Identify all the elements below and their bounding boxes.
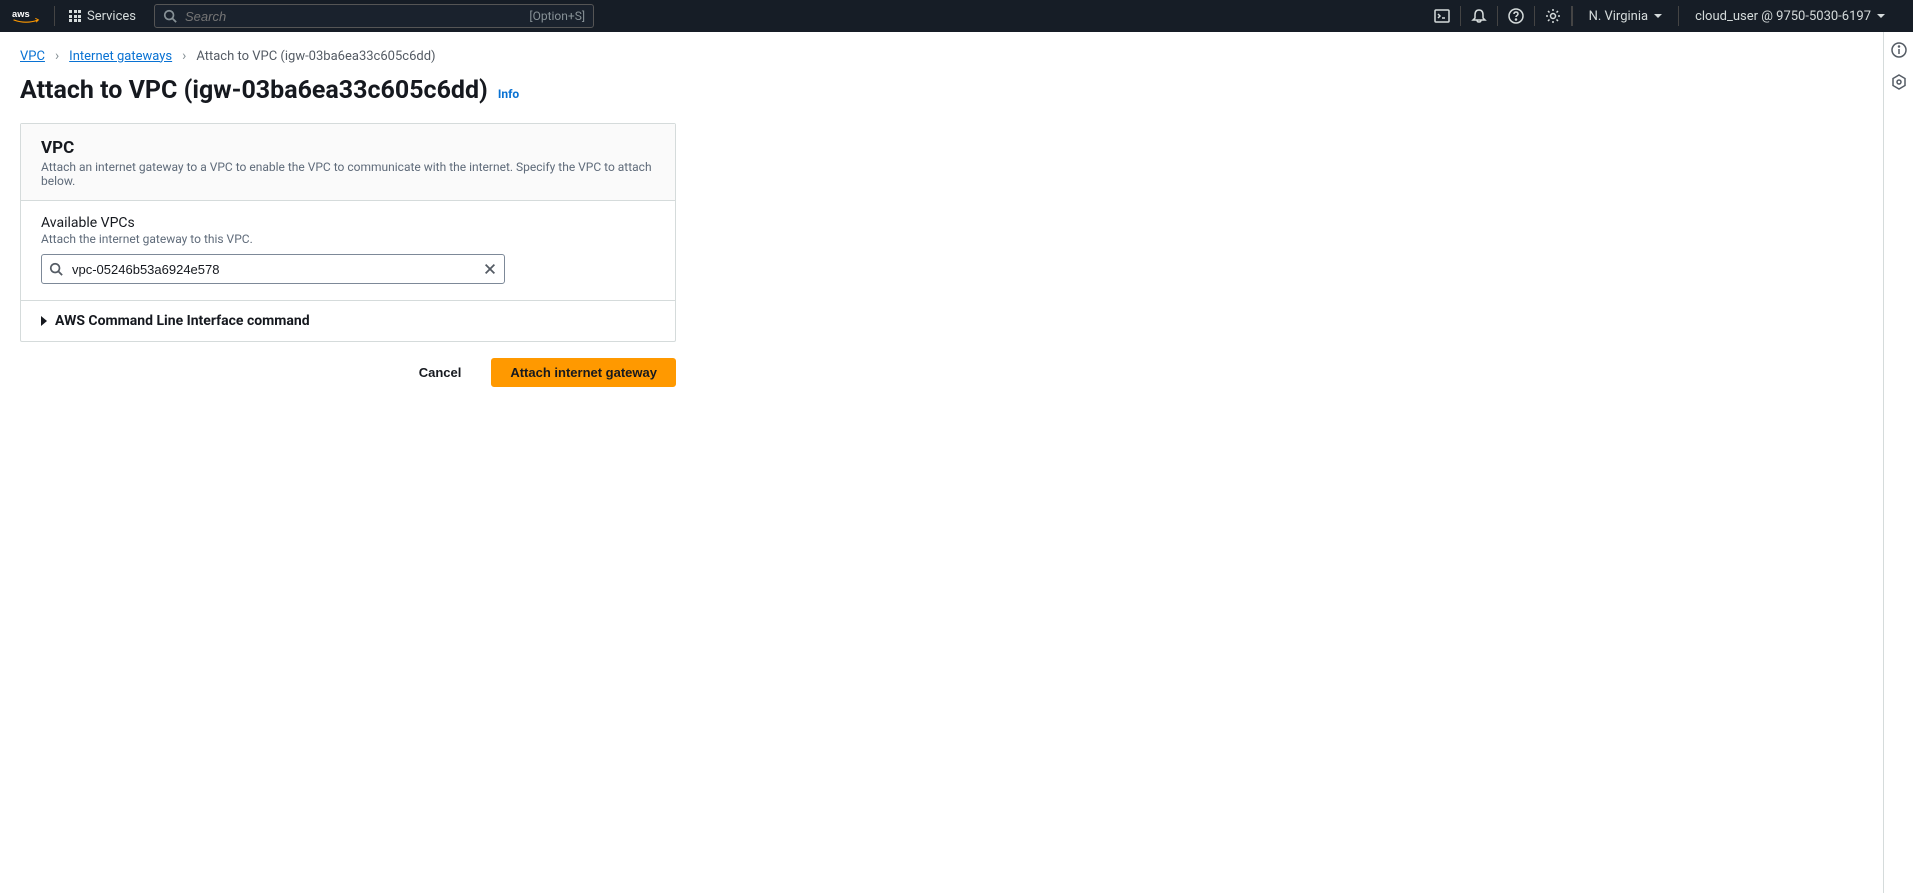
grid-icon bbox=[69, 10, 81, 22]
top-header: aws Services [Option+S] bbox=[0, 0, 1913, 32]
region-selector[interactable]: N. Virginia bbox=[1572, 6, 1680, 26]
panel-header: VPC Attach an internet gateway to a VPC … bbox=[21, 124, 675, 201]
preferences-panel-button[interactable] bbox=[1891, 74, 1907, 90]
gear-icon bbox=[1545, 8, 1561, 24]
panel-description: Attach an internet gateway to a VPC to e… bbox=[41, 160, 655, 188]
info-panel-button[interactable] bbox=[1891, 42, 1907, 58]
panel-body: Available VPCs Attach the internet gatew… bbox=[21, 201, 675, 301]
user-label: cloud_user @ 9750-5030-6197 bbox=[1695, 9, 1871, 24]
page-title: Attach to VPC (igw-03ba6ea33c605c6dd) bbox=[20, 76, 488, 105]
services-label: Services bbox=[87, 9, 136, 24]
bell-icon bbox=[1471, 8, 1487, 24]
chevron-right-icon: › bbox=[182, 48, 186, 64]
header-right: N. Virginia cloud_user @ 9750-5030-6197 bbox=[1424, 0, 1901, 32]
svg-text:aws: aws bbox=[12, 9, 30, 19]
cloudshell-button[interactable] bbox=[1424, 6, 1461, 26]
user-menu[interactable]: cloud_user @ 9750-5030-6197 bbox=[1679, 9, 1901, 24]
clear-input-button[interactable] bbox=[483, 262, 497, 276]
services-button[interactable]: Services bbox=[55, 0, 150, 32]
field-label: Available VPCs bbox=[41, 215, 655, 231]
main-content: VPC › Internet gateways › Attach to VPC … bbox=[0, 32, 1883, 403]
caret-down-icon bbox=[1877, 14, 1885, 18]
breadcrumb-current: Attach to VPC (igw-03ba6ea33c605c6dd) bbox=[196, 49, 435, 64]
help-icon bbox=[1508, 8, 1524, 24]
cancel-button[interactable]: Cancel bbox=[401, 358, 480, 387]
action-row: Cancel Attach internet gateway bbox=[20, 358, 676, 387]
panel-title: VPC bbox=[41, 138, 655, 158]
attach-gateway-button[interactable]: Attach internet gateway bbox=[491, 358, 676, 387]
search-icon bbox=[49, 262, 63, 276]
panel-footer[interactable]: AWS Command Line Interface command bbox=[21, 301, 675, 341]
search-icon bbox=[163, 9, 177, 23]
right-sidebar bbox=[1883, 32, 1913, 893]
settings-button[interactable] bbox=[1535, 6, 1572, 26]
search-shortcut: [Option+S] bbox=[529, 9, 585, 23]
close-icon bbox=[483, 262, 497, 276]
global-search[interactable]: [Option+S] bbox=[154, 4, 594, 28]
vpc-select-input[interactable] bbox=[41, 254, 505, 284]
expand-triangle-icon bbox=[41, 316, 47, 326]
chevron-right-icon: › bbox=[55, 48, 59, 64]
vpc-input-wrapper bbox=[41, 254, 505, 284]
hexagon-icon bbox=[1891, 74, 1907, 90]
caret-down-icon bbox=[1654, 14, 1662, 18]
notifications-button[interactable] bbox=[1461, 6, 1498, 26]
info-icon bbox=[1891, 42, 1907, 58]
field-help: Attach the internet gateway to this VPC. bbox=[41, 232, 655, 246]
vpc-panel: VPC Attach an internet gateway to a VPC … bbox=[20, 123, 676, 342]
page-title-row: Attach to VPC (igw-03ba6ea33c605c6dd) In… bbox=[20, 76, 1863, 105]
terminal-icon bbox=[1434, 8, 1450, 24]
help-button[interactable] bbox=[1498, 6, 1535, 26]
cli-expand-label: AWS Command Line Interface command bbox=[55, 313, 310, 329]
aws-logo[interactable]: aws bbox=[12, 6, 55, 26]
region-label: N. Virginia bbox=[1589, 9, 1649, 24]
breadcrumb-vpc[interactable]: VPC bbox=[20, 49, 45, 64]
info-link[interactable]: Info bbox=[498, 87, 519, 101]
breadcrumb-internet-gateways[interactable]: Internet gateways bbox=[69, 49, 172, 64]
aws-logo-icon: aws bbox=[12, 7, 40, 25]
search-input[interactable] bbox=[177, 9, 529, 24]
breadcrumb: VPC › Internet gateways › Attach to VPC … bbox=[20, 48, 1863, 64]
